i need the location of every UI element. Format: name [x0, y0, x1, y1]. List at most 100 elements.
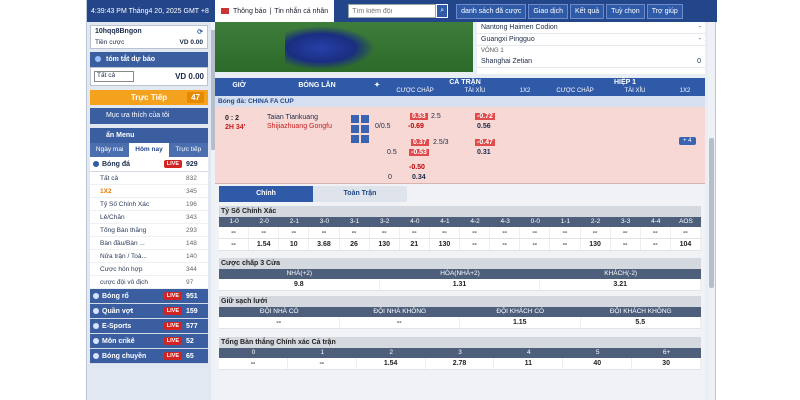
- odds-cell[interactable]: --: [288, 358, 357, 369]
- live-icon[interactable]: [361, 135, 369, 143]
- bet-list-button[interactable]: danh sách đã cược: [456, 3, 527, 19]
- odds-cell[interactable]: -0.47: [475, 139, 495, 146]
- odds-cell[interactable]: -0.72: [475, 113, 495, 120]
- help-button[interactable]: Trợ giúp: [646, 3, 683, 19]
- transactions-button[interactable]: Giao dịch: [528, 3, 568, 19]
- odds-cell[interactable]: 1.31: [380, 279, 541, 290]
- odds-cell[interactable]: 2.78: [426, 358, 495, 369]
- odds-cell[interactable]: -0.53: [409, 149, 429, 156]
- info-icon[interactable]: [351, 125, 359, 133]
- personal-message-link[interactable]: Tin nhắn cá nhân: [274, 8, 328, 15]
- subitem-1x2[interactable]: 1X2 345: [90, 185, 208, 198]
- odds-cell[interactable]: --: [219, 358, 288, 369]
- odds-cell[interactable]: 30: [632, 358, 702, 369]
- star-icon[interactable]: [361, 125, 369, 133]
- odds-cell[interactable]: 26: [340, 239, 370, 250]
- tab-today[interactable]: Hôm nay: [129, 143, 169, 157]
- subitem-correct-score[interactable]: Tỷ Số Chính Xác 196: [90, 198, 208, 211]
- tv-icon[interactable]: [361, 115, 369, 123]
- odds-cell[interactable]: --: [611, 227, 641, 238]
- main-scroll-thumb[interactable]: [709, 138, 714, 288]
- live-button[interactable]: Trực Tiếp 47: [90, 90, 208, 105]
- odds-cell[interactable]: 130: [430, 239, 460, 250]
- tab-main[interactable]: Chính: [219, 186, 313, 202]
- subitem-total-goals[interactable]: Tổng Bàn thắng 293: [90, 224, 208, 237]
- odds-cell[interactable]: --: [641, 239, 671, 250]
- odds-cell[interactable]: -0.69: [408, 123, 424, 130]
- odds-cell[interactable]: 10: [279, 239, 310, 250]
- bet-slip-select[interactable]: Tất cả: [94, 71, 134, 82]
- subitem-odd-even[interactable]: Lẻ/Chẵn 343: [90, 211, 208, 224]
- odds-cell[interactable]: --: [279, 227, 310, 238]
- odds-cell[interactable]: 0.53: [410, 113, 428, 120]
- sport-esports[interactable]: E-Sports LIVE 577: [90, 319, 208, 334]
- odds-cell[interactable]: 130: [370, 239, 400, 250]
- odds-cell[interactable]: 3.68: [309, 239, 340, 250]
- options-button[interactable]: Tuỳ chọn: [606, 3, 645, 19]
- odds-cell[interactable]: 0.31: [477, 149, 491, 156]
- search-input[interactable]: [348, 4, 437, 18]
- league-header[interactable]: Bóng đá: CHINA FA CUP: [215, 96, 705, 107]
- odds-cell[interactable]: 0.34: [412, 174, 426, 181]
- odds-cell[interactable]: --: [219, 227, 250, 238]
- sport-cricket[interactable]: Môn crikê LIVE 52: [90, 334, 208, 349]
- odds-cell[interactable]: --: [249, 227, 280, 238]
- odds-cell[interactable]: 1.54: [357, 358, 426, 369]
- odds-cell[interactable]: --: [490, 227, 521, 238]
- odds-cell[interactable]: --: [671, 227, 701, 238]
- odds-cell[interactable]: --: [219, 239, 250, 250]
- envelope-icon[interactable]: [221, 8, 229, 14]
- odds-cell[interactable]: --: [400, 227, 430, 238]
- subitem-first-last-goal[interactable]: Bàn đầu/Bàn ... 148: [90, 237, 208, 250]
- sport-volleyball[interactable]: Bóng chuyền LIVE 65: [90, 349, 208, 364]
- subitem-half-full[interactable]: Nửa trận / Toà... 140: [90, 250, 208, 263]
- odds-cell[interactable]: --: [520, 239, 551, 250]
- stats-icon[interactable]: [351, 115, 359, 123]
- odds-cell[interactable]: -0.50: [409, 164, 425, 171]
- odds-cell[interactable]: 1.15: [460, 317, 581, 328]
- sport-basketball[interactable]: Bóng rổ LIVE 951: [90, 289, 208, 304]
- home-team[interactable]: Taian Tiankuang: [267, 114, 318, 121]
- odds-cell[interactable]: --: [641, 227, 671, 238]
- search-icon[interactable]: ⌕: [436, 4, 449, 18]
- odds-cell[interactable]: --: [550, 227, 581, 238]
- odds-cell[interactable]: --: [219, 317, 340, 328]
- subitem-outright[interactable]: cược đội vô địch 97: [90, 276, 208, 289]
- odds-cell[interactable]: 9.8: [219, 279, 380, 290]
- live-video[interactable]: [215, 22, 473, 72]
- odds-cell[interactable]: 3.21: [540, 279, 702, 290]
- sport-tennis[interactable]: Quần vợt LIVE 159: [90, 304, 208, 319]
- odds-cell[interactable]: --: [430, 227, 460, 238]
- odds-cell[interactable]: 130: [581, 239, 611, 250]
- odds-cell[interactable]: --: [460, 239, 491, 250]
- sport-football[interactable]: Bóng đá LIVE 929: [90, 157, 208, 172]
- gear-icon[interactable]: ✦: [371, 81, 383, 89]
- chart-icon[interactable]: [351, 135, 359, 143]
- tab-live[interactable]: Trực tiếp: [168, 143, 208, 157]
- odds-cell[interactable]: 5.5: [581, 317, 701, 328]
- main-scrollbar[interactable]: [708, 22, 715, 400]
- odds-cell[interactable]: 104: [671, 239, 701, 250]
- odds-cell[interactable]: --: [309, 227, 340, 238]
- odds-cell[interactable]: 21: [400, 239, 430, 250]
- refresh-icon[interactable]: ⟳: [197, 28, 203, 36]
- tab-tomorrow[interactable]: Ngày mai: [90, 143, 130, 157]
- odds-cell[interactable]: 0.56: [477, 123, 491, 130]
- odds-cell[interactable]: --: [340, 227, 370, 238]
- odds-cell[interactable]: --: [490, 239, 521, 250]
- subitem-all[interactable]: Tất cả 832: [90, 172, 208, 185]
- odds-cell[interactable]: --: [611, 239, 641, 250]
- odds-cell[interactable]: 1.54: [249, 239, 280, 250]
- odds-cell[interactable]: --: [581, 227, 611, 238]
- tab-fulltime[interactable]: Toàn Trận: [313, 186, 407, 202]
- results-button[interactable]: Kết quả: [570, 3, 605, 19]
- subitem-parlay[interactable]: Cược hỗn hợp 344: [90, 263, 208, 276]
- away-team[interactable]: Shijiazhuang Gongfu: [267, 123, 332, 130]
- odds-cell[interactable]: 0.37: [411, 139, 429, 146]
- hide-menu-header[interactable]: ẩn Menu: [90, 128, 208, 143]
- odds-cell[interactable]: --: [460, 227, 491, 238]
- bet-slip-header[interactable]: tóm tắt dự báo: [90, 52, 208, 67]
- odds-cell[interactable]: 40: [563, 358, 633, 369]
- notice-link[interactable]: Thông báo: [233, 8, 266, 15]
- favourites-link[interactable]: Mục ưa thích của tôi: [90, 108, 208, 124]
